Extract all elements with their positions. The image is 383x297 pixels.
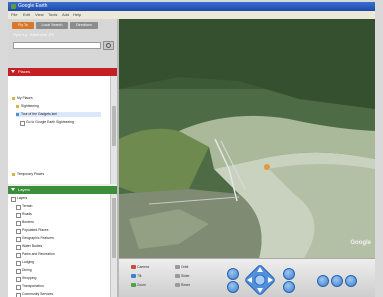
- checkbox[interactable]: [16, 293, 21, 297]
- checkbox[interactable]: [16, 245, 21, 250]
- checkbox[interactable]: [11, 197, 16, 202]
- places-tree: My Places Sightseeing Tour of the Gadget…: [8, 76, 111, 184]
- satellite-imagery: [119, 19, 375, 258]
- collapse-icon: [11, 188, 15, 191]
- pan-compass-icon[interactable]: [243, 263, 277, 297]
- zoom-out-button[interactable]: [227, 281, 239, 293]
- search-prompt: Fly to e.g., Hotels near JFK: [13, 33, 55, 37]
- checkbox[interactable]: [16, 253, 21, 258]
- checkbox[interactable]: [20, 121, 25, 126]
- checkbox[interactable]: [16, 277, 21, 282]
- folder-icon: [12, 173, 15, 176]
- rotate-right-button[interactable]: [283, 281, 295, 293]
- menu-add[interactable]: Add: [62, 12, 69, 17]
- folder-icon: [12, 97, 15, 100]
- tilt-up-button[interactable]: [317, 275, 329, 287]
- search-input[interactable]: [13, 42, 101, 49]
- tour-icon: [16, 113, 19, 116]
- checkbox[interactable]: [16, 261, 21, 266]
- search-panel: Fly To Local Search Directions Fly to e.…: [8, 19, 117, 68]
- scroll-thumb[interactable]: [112, 198, 116, 258]
- layers-scrollbar[interactable]: [110, 194, 117, 297]
- menu-view[interactable]: View: [35, 12, 44, 17]
- tilt-down-button[interactable]: [331, 275, 343, 287]
- control-orbit[interactable]: Orbit: [175, 265, 188, 270]
- places-title: Places: [18, 69, 31, 74]
- tab-directions[interactable]: Directions: [70, 22, 98, 29]
- checkbox[interactable]: [16, 205, 21, 210]
- earth-icon: [11, 4, 16, 9]
- rotate-left-button[interactable]: [283, 268, 295, 280]
- collapse-icon: [11, 70, 15, 73]
- folder-icon: [16, 105, 19, 108]
- checkbox[interactable]: [16, 285, 21, 290]
- control-zoom[interactable]: Zoom: [131, 283, 146, 288]
- control-tilt[interactable]: Tilt: [131, 274, 141, 279]
- search-button[interactable]: [103, 41, 114, 50]
- layers-header[interactable]: Layers: [8, 186, 117, 194]
- checkbox[interactable]: [16, 221, 21, 226]
- zoom-icon: [131, 283, 136, 288]
- reset-icon: [175, 283, 180, 288]
- menu-tools[interactable]: Tools: [48, 12, 57, 17]
- zoom-in-button[interactable]: [227, 268, 239, 280]
- menu-help[interactable]: Help: [73, 12, 81, 17]
- places-scrollbar[interactable]: [110, 76, 117, 184]
- map-view[interactable]: Google: [119, 19, 375, 258]
- google-logo: Google: [350, 240, 371, 246]
- tilt-icon: [131, 274, 136, 279]
- checkbox[interactable]: [16, 237, 21, 242]
- slider-icon: [175, 274, 180, 279]
- checkbox[interactable]: [16, 269, 21, 274]
- google-earth-window: Google Earth File Edit View Tools Add He…: [0, 0, 383, 297]
- menu-file[interactable]: File: [11, 12, 17, 17]
- list-item[interactable]: Tour of the Gadgets.kml: [16, 112, 101, 117]
- tab-fly-to[interactable]: Fly To: [12, 22, 34, 29]
- places-header[interactable]: Places: [8, 68, 117, 76]
- reset-view-button[interactable]: [345, 275, 357, 287]
- title-bar: Google Earth: [8, 2, 375, 11]
- orbit-icon: [175, 265, 180, 270]
- control-camera[interactable]: Camera: [131, 265, 149, 270]
- camera-icon: [131, 265, 136, 270]
- layers-tree: Layers Terrain Roads Borders Populated P…: [8, 194, 111, 297]
- window-title: Google Earth: [18, 3, 48, 9]
- menu-edit[interactable]: Edit: [23, 12, 30, 17]
- scroll-thumb[interactable]: [112, 106, 116, 146]
- tab-local-search[interactable]: Local Search: [36, 22, 68, 29]
- checkbox[interactable]: [16, 229, 21, 234]
- checkbox[interactable]: [16, 213, 21, 218]
- control-reset[interactable]: Reset: [175, 283, 190, 288]
- navigation-controls: Camera Tilt Zoom Orbit Slider Reset: [119, 258, 375, 297]
- control-slider[interactable]: Slider: [175, 274, 190, 279]
- layers-title: Layers: [18, 187, 31, 192]
- sidebar: Fly To Local Search Directions Fly to e.…: [8, 19, 119, 297]
